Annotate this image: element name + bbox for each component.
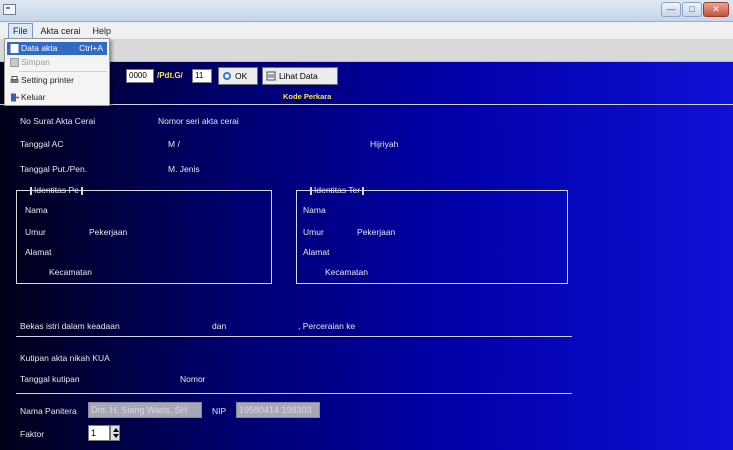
menu-item-keluar[interactable]: Keluar — [7, 91, 107, 104]
te-alamat-label: Alamat — [303, 247, 330, 257]
m-slash-label: M / — [168, 139, 180, 149]
ok-button-label: OK — [235, 71, 248, 81]
data-akta-shortcut: Ctrl+A — [79, 43, 103, 53]
pe-alamat-label: Alamat — [25, 247, 52, 257]
te-pekerjaan-label: Pekerjaan — [357, 227, 396, 237]
printer-icon — [10, 76, 19, 83]
pa-suffix-label: /Pdt.G/ — [157, 71, 183, 80]
menu-file[interactable]: File — [8, 22, 33, 39]
document-icon — [10, 44, 19, 53]
setting-printer-label: Setting printer — [21, 75, 74, 85]
bekas-istri-label: Bekas istri dalam keadaan — [20, 321, 120, 331]
hijriyah-label: Hijriyah — [370, 139, 399, 149]
kode-perkara-label: Kode Perkara — [283, 92, 332, 101]
nip-input[interactable]: 19580414 198303 — [236, 402, 320, 418]
data-list-icon — [266, 71, 276, 81]
maximize-button[interactable]: □ — [682, 2, 702, 17]
akta-cerai-form: 0000 /Pdt.G/ 11 OK Lihat Data Kode Perka… — [0, 62, 733, 450]
kutipan-divider — [16, 393, 572, 394]
refresh-icon — [223, 72, 231, 80]
window-controls: — □ ✕ — [661, 2, 729, 18]
faktor-input[interactable]: 1 — [88, 425, 110, 441]
tanggal-ac-label: Tanggal AC — [20, 139, 64, 149]
identitas-te-title: Identitas Ter — [305, 185, 369, 195]
nama-panitera-input[interactable]: Drs. H. Siang Waris, SH — [88, 402, 202, 418]
perceraian-ke-label: , Perceraian ke — [298, 321, 356, 331]
kutipan-akta-label: Kutipan akta nikah KUA — [20, 353, 110, 363]
nip-label: NIP — [212, 406, 227, 416]
menu-item-setting-printer[interactable]: Setting printer — [7, 74, 107, 87]
nomor-perkara-input[interactable]: 0000 — [126, 69, 154, 83]
nomor-label: Nomor — [180, 374, 206, 384]
simpan-label: Simpan — [21, 57, 50, 67]
faktor-label: Faktor — [20, 429, 45, 439]
lihat-data-button[interactable]: Lihat Data — [262, 67, 338, 85]
identitas-te-group: Identitas Ter Nama Umur Pekerjaan Alamat… — [296, 185, 568, 284]
menu-item-simpan[interactable]: Simpan — [7, 56, 107, 69]
faktor-spinner[interactable] — [110, 425, 120, 441]
dan-label: dan — [212, 321, 227, 331]
tahun-perkara-input[interactable]: 11 — [192, 69, 212, 83]
te-kecamatan-label: Kecamatan — [325, 267, 368, 277]
menu-separator — [19, 71, 107, 72]
data-akta-label: Data akta — [21, 43, 58, 53]
pe-pekerjaan-label: Pekerjaan — [89, 227, 128, 237]
app-window-icon — [3, 4, 16, 15]
minimize-button[interactable]: — — [661, 2, 681, 17]
tanggal-put-label: Tanggal Put./Pen. — [20, 164, 88, 174]
save-icon — [10, 58, 19, 67]
pe-umur-label: Umur — [25, 227, 46, 237]
pe-kecamatan-label: Kecamatan — [49, 267, 92, 277]
close-button[interactable]: ✕ — [703, 2, 729, 17]
nomor-seri-label: Nomor seri akta cerai — [158, 116, 239, 126]
nama-panitera-label: Nama Panitera — [20, 406, 77, 416]
title-bar: — □ ✕ — [0, 0, 733, 22]
lihat-data-button-label: Lihat Data — [279, 71, 318, 81]
te-umur-label: Umur — [303, 227, 324, 237]
menu-item-data-akta[interactable]: Data akta Ctrl+A — [7, 42, 107, 55]
m-jenis-label: M. Jenis — [168, 164, 200, 174]
no-surat-label: No Surat Akta Cerai — [20, 116, 96, 126]
menu-akta-cerai[interactable]: Akta cerai — [37, 24, 85, 38]
menu-help[interactable]: Help — [89, 24, 116, 38]
keluar-label: Keluar — [21, 92, 46, 102]
tanggal-kutipan-label: Tanggal kutipan — [20, 374, 80, 384]
identitas-pe-group: Identitas Pe Nama Umur Pekerjaan Alamat … — [16, 185, 272, 284]
exit-icon — [11, 93, 19, 102]
ok-button[interactable]: OK — [218, 67, 258, 85]
te-nama-label: Nama — [303, 205, 326, 215]
pe-nama-label: Nama — [25, 205, 48, 215]
file-menu-dropdown: Data akta Ctrl+A Simpan Setting printer … — [4, 38, 110, 106]
bekas-istri-divider — [16, 336, 572, 337]
identitas-pe-title: Identitas Pe — [25, 185, 88, 195]
